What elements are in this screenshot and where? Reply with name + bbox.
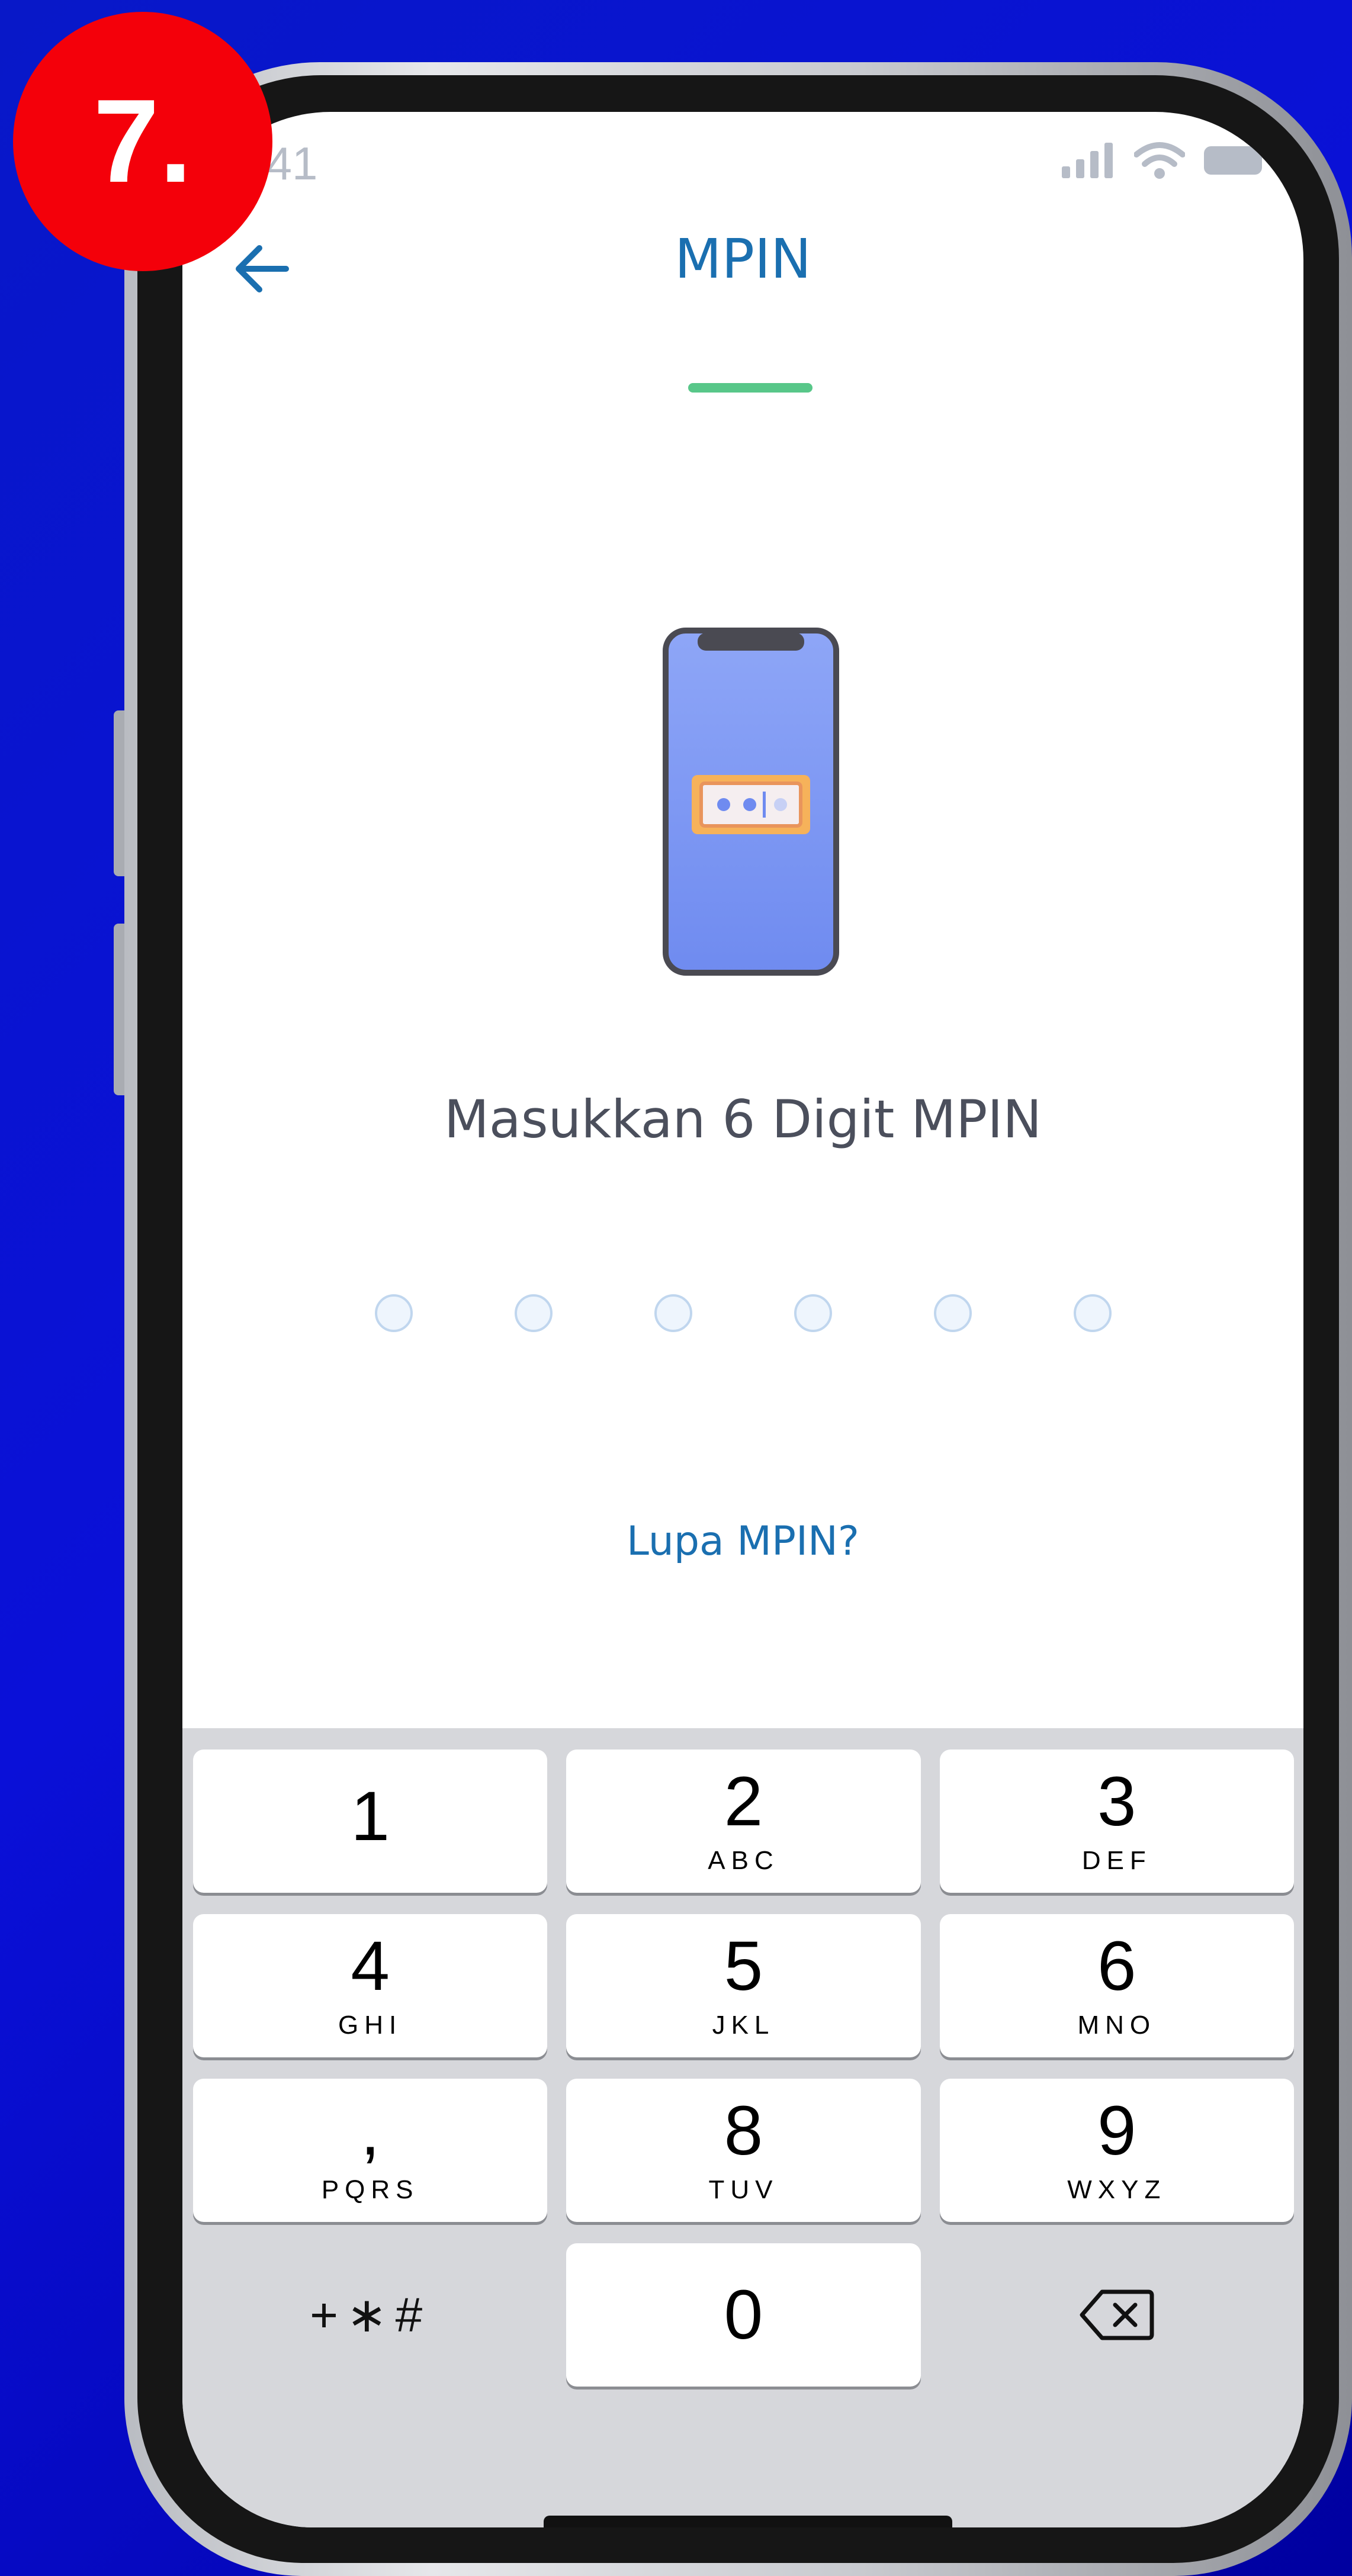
numeric-keypad: 1 2 ABC 3 DEF 4 GHI 5 JKL 6 MNO , PQRS 8 TUV 9 W… xyxy=(182,1728,1303,2527)
home-indicator xyxy=(544,2516,952,2527)
phone-frame: :41 MPIN Masukkan 6 Digit MPIN Lupa MPIN… xyxy=(124,62,1352,2576)
key-letters: PQRS xyxy=(321,2175,419,2204)
key-digit: 4 xyxy=(351,1927,390,2005)
key-digit: 2 xyxy=(724,1763,763,1841)
key-4[interactable]: 4 GHI xyxy=(193,1914,548,2057)
key-digit: 6 xyxy=(1097,1927,1136,2005)
pin-dot xyxy=(374,1294,413,1332)
pin-dot xyxy=(514,1294,553,1332)
backspace-icon xyxy=(1080,2289,1154,2340)
signal-icon xyxy=(1062,143,1113,178)
pin-dot xyxy=(794,1294,832,1332)
delete-key[interactable] xyxy=(940,2243,1294,2387)
phone-pin-illustration-icon xyxy=(663,628,839,976)
pin-dot xyxy=(1073,1294,1112,1332)
key-digit: 1 xyxy=(351,1777,390,1855)
wifi-icon xyxy=(1134,142,1185,179)
key-7[interactable]: , PQRS xyxy=(193,2079,548,2222)
key-digit: 0 xyxy=(724,2276,763,2354)
key-0[interactable]: 0 xyxy=(566,2243,921,2387)
step-badge: 7. xyxy=(13,12,272,271)
phone-bezel: :41 MPIN Masukkan 6 Digit MPIN Lupa MPIN… xyxy=(137,75,1339,2563)
key-1[interactable]: 1 xyxy=(193,1750,548,1893)
key-digit: , xyxy=(360,2092,380,2170)
key-letters: WXYZ xyxy=(1067,2175,1167,2204)
key-6[interactable]: 6 MNO xyxy=(939,1914,1294,2057)
page-title: MPIN xyxy=(675,227,811,291)
key-2[interactable]: 2 ABC xyxy=(566,1750,921,1893)
key-digit: 9 xyxy=(1097,2092,1136,2170)
key-digit: 8 xyxy=(724,2092,763,2170)
app-screen: :41 MPIN Masukkan 6 Digit MPIN Lupa MPIN… xyxy=(182,112,1303,2527)
key-letters: TUV xyxy=(708,2175,779,2204)
key-symbols: +∗# xyxy=(310,2288,431,2342)
title-underline xyxy=(688,383,813,393)
battery-icon xyxy=(1204,146,1262,175)
key-digit: 3 xyxy=(1097,1763,1136,1841)
key-letters: GHI xyxy=(338,2011,403,2040)
mpin-prompt: Masukkan 6 Digit MPIN xyxy=(444,1089,1042,1150)
key-letters: MNO xyxy=(1077,2011,1157,2040)
symbols-key[interactable]: +∗# xyxy=(193,2243,547,2387)
key-3[interactable]: 3 DEF xyxy=(939,1750,1294,1893)
forgot-mpin-link[interactable]: Lupa MPIN? xyxy=(182,1518,1303,1565)
pin-dot xyxy=(654,1294,692,1332)
key-letters: DEF xyxy=(1081,1846,1152,1875)
status-icons xyxy=(1062,141,1268,179)
key-digit: 5 xyxy=(724,1927,763,2005)
key-9[interactable]: 9 WXYZ xyxy=(939,2079,1294,2222)
pin-dot xyxy=(933,1294,972,1332)
key-letters: ABC xyxy=(708,1846,779,1875)
key-5[interactable]: 5 JKL xyxy=(566,1914,921,2057)
key-8[interactable]: 8 TUV xyxy=(566,2079,921,2222)
pin-indicator xyxy=(182,1294,1303,1332)
key-letters: JKL xyxy=(712,2011,775,2040)
